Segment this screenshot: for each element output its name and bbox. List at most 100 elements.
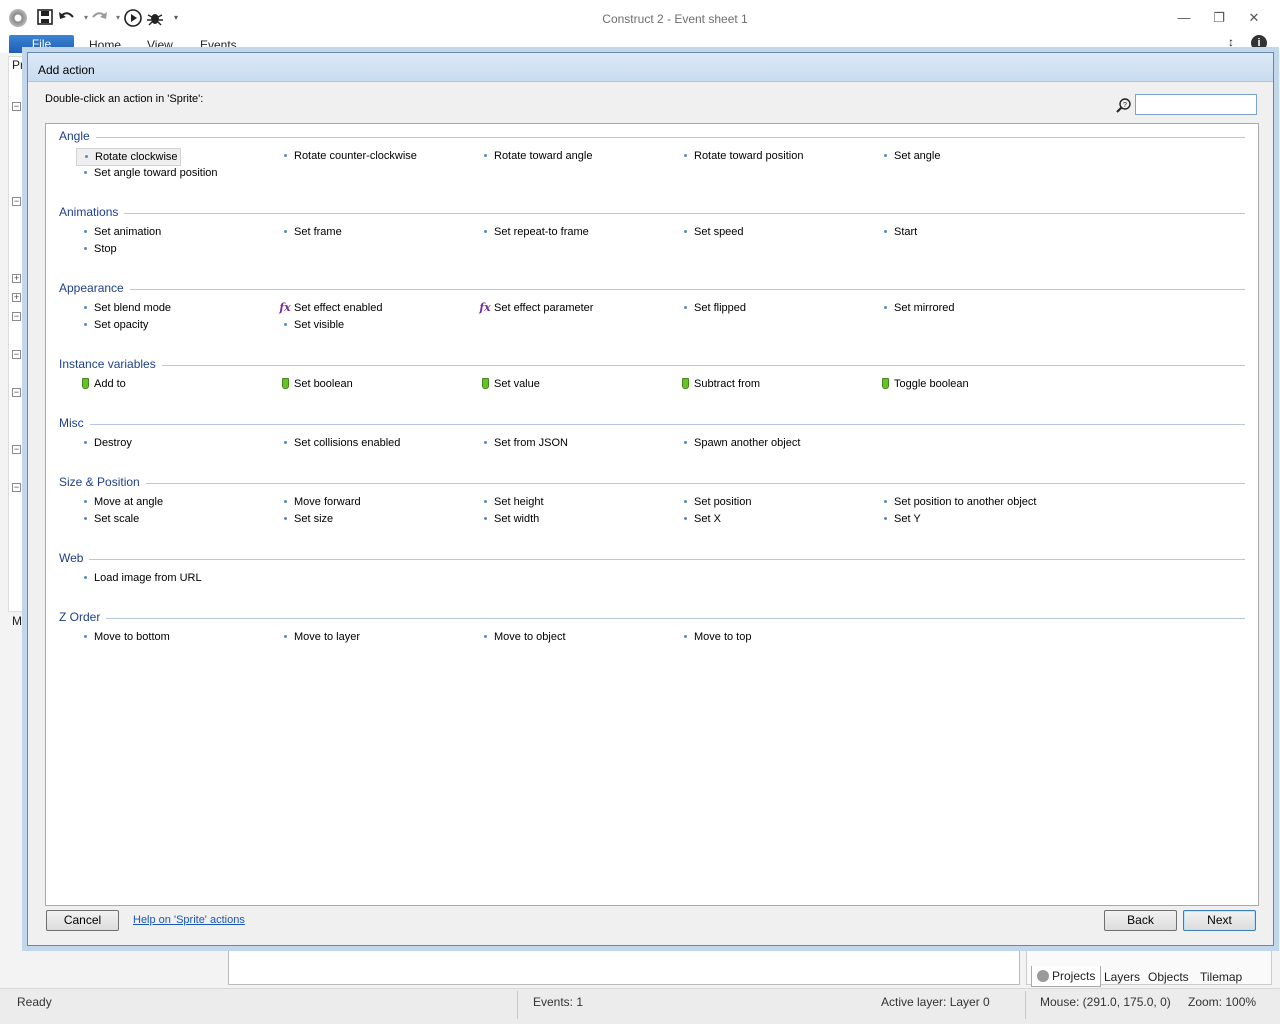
action-item[interactable]: Stop <box>76 241 119 257</box>
action-item[interactable]: fx Set effect parameter <box>476 300 595 316</box>
action-item[interactable]: Set frame <box>276 224 344 240</box>
action-item[interactable]: Move to object <box>476 629 568 645</box>
bullet-icon <box>676 511 694 527</box>
action-item[interactable]: Set repeat-to frame <box>476 224 591 240</box>
expand-icon[interactable]: + <box>12 293 21 302</box>
action-item[interactable]: Set value <box>476 376 542 392</box>
next-button[interactable]: Next <box>1183 910 1256 931</box>
collapse-icon[interactable]: − <box>12 388 21 397</box>
minimize-button[interactable]: — <box>1172 8 1196 28</box>
action-item[interactable]: Set scale <box>76 511 141 527</box>
tab-view[interactable]: View <box>147 38 173 52</box>
bullet-icon <box>276 317 294 333</box>
tab-home[interactable]: Home <box>89 38 121 52</box>
tab-projects[interactable]: Projects <box>1031 966 1102 987</box>
action-item[interactable]: Set opacity <box>76 317 150 333</box>
category-header: Size & Position <box>59 475 1245 489</box>
action-item[interactable]: Subtract from <box>676 376 762 392</box>
collapse-icon[interactable]: − <box>12 312 21 321</box>
action-item[interactable]: Destroy <box>76 435 134 451</box>
bullet-icon <box>276 494 294 510</box>
info-icon[interactable]: i <box>1251 35 1267 51</box>
title-bar: ▾ ▾ ▾ Construct 2 - Event sheet 1 — ❐ ✕ <box>0 0 1280 36</box>
action-item[interactable]: Set angle toward position <box>76 165 220 181</box>
category-header: Z Order <box>59 610 1245 624</box>
action-item[interactable]: Set speed <box>676 224 746 240</box>
action-label: Set frame <box>294 226 342 238</box>
action-label: Spawn another object <box>694 437 801 449</box>
collapse-icon[interactable]: − <box>12 197 21 206</box>
bullet-icon <box>76 300 94 316</box>
action-item[interactable]: Set width <box>476 511 541 527</box>
action-item[interactable]: Move at angle <box>76 494 165 510</box>
action-label: Add to <box>94 378 126 390</box>
action-item[interactable]: Move to top <box>676 629 753 645</box>
action-item[interactable]: Set visible <box>276 317 346 333</box>
action-item[interactable]: Add to <box>76 376 128 392</box>
action-label: Move forward <box>294 496 361 508</box>
action-item[interactable]: Move forward <box>276 494 363 510</box>
action-item[interactable]: Set position to another object <box>876 494 1038 510</box>
category-divider <box>59 213 1245 214</box>
expand-icon[interactable]: + <box>12 274 21 283</box>
collapse-icon[interactable]: − <box>12 350 21 359</box>
window-title: Construct 2 - Event sheet 1 <box>602 12 748 26</box>
action-item[interactable]: Set mirrored <box>876 300 957 316</box>
tab-file[interactable]: File <box>9 35 74 53</box>
action-item[interactable]: Move to layer <box>276 629 362 645</box>
action-item[interactable]: Set size <box>276 511 335 527</box>
action-item[interactable]: fx Set effect enabled <box>276 300 384 316</box>
action-item[interactable]: Set collisions enabled <box>276 435 402 451</box>
tab-layers[interactable]: Layers <box>1104 970 1140 984</box>
action-item[interactable]: Set height <box>476 494 546 510</box>
action-label: Set height <box>494 496 544 508</box>
action-item[interactable]: Load image from URL <box>76 570 204 586</box>
bullet-icon <box>676 300 694 316</box>
action-item[interactable]: Set flipped <box>676 300 748 316</box>
action-item[interactable]: Set position <box>676 494 753 510</box>
action-item[interactable]: Set Y <box>876 511 923 527</box>
tab-objects[interactable]: Objects <box>1148 970 1189 984</box>
category-header: Appearance <box>59 281 1245 295</box>
collapse-icon[interactable]: − <box>12 102 21 111</box>
ribbon-minimize-icon[interactable]: ↕ <box>1228 35 1242 49</box>
category-header: Angle <box>59 129 1245 143</box>
bullet-icon <box>76 435 94 451</box>
action-item[interactable]: Rotate toward angle <box>476 148 594 164</box>
action-item[interactable]: Spawn another object <box>676 435 802 451</box>
bullet-icon <box>76 494 94 510</box>
collapse-icon[interactable]: − <box>12 445 21 454</box>
status-mouse: Mouse: (291.0, 175.0, 0) <box>1040 995 1171 1009</box>
bullet-icon <box>476 494 494 510</box>
action-item[interactable]: Set X <box>676 511 723 527</box>
tab-tilemap[interactable]: Tilemap <box>1200 970 1242 984</box>
action-item[interactable]: Rotate clockwise <box>76 148 181 166</box>
action-item[interactable]: Rotate counter-clockwise <box>276 148 419 164</box>
search-input[interactable] <box>1135 94 1257 115</box>
action-item[interactable]: Set animation <box>76 224 163 240</box>
category-divider <box>59 137 1245 138</box>
help-link[interactable]: Help on 'Sprite' actions <box>133 914 245 926</box>
action-label: Set speed <box>694 226 744 238</box>
collapse-icon[interactable]: − <box>12 483 21 492</box>
back-button[interactable]: Back <box>1104 910 1177 931</box>
action-item[interactable]: Set from JSON <box>476 435 570 451</box>
close-button[interactable]: ✕ <box>1242 8 1266 28</box>
action-label: Set mirrored <box>894 302 955 314</box>
action-item[interactable]: Move to bottom <box>76 629 172 645</box>
action-item[interactable]: Rotate toward position <box>676 148 805 164</box>
category-divider <box>59 618 1245 619</box>
search-icon: ? <box>1116 97 1131 113</box>
action-item[interactable]: Set angle <box>876 148 942 164</box>
restore-button[interactable]: ❐ <box>1207 8 1231 28</box>
tab-events[interactable]: Events <box>200 38 237 52</box>
action-label: Rotate toward angle <box>494 150 593 162</box>
action-item[interactable]: Set blend mode <box>76 300 173 316</box>
bullet-icon <box>276 148 294 164</box>
action-item[interactable]: Start <box>876 224 919 240</box>
cancel-button[interactable]: Cancel <box>46 910 119 931</box>
action-item[interactable]: Toggle boolean <box>876 376 971 392</box>
action-item[interactable]: Set boolean <box>276 376 355 392</box>
action-label: Set collisions enabled <box>294 437 401 449</box>
bullet-icon <box>77 149 95 165</box>
